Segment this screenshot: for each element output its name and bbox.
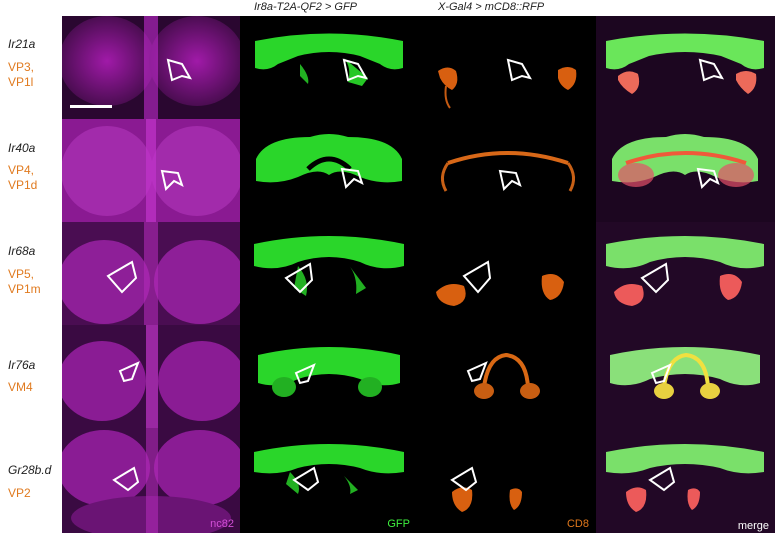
row-1-gene: Ir21a — [8, 37, 36, 51]
row-4-gene: Ir76a — [8, 358, 36, 372]
row-2-glomeruli: VP4, VP1d — [8, 163, 37, 193]
nc82-image — [62, 222, 240, 325]
gfp-image — [256, 134, 402, 189]
row-4-glom-1: VM4 — [8, 380, 33, 394]
label-nc82: nc82 — [210, 518, 234, 530]
header-rfp-column: X-Gal4 > mCD8::RFP — [438, 1, 545, 13]
panel-ir68a-nc82 — [62, 222, 240, 325]
row-5-glomeruli: VP2 — [8, 486, 31, 501]
label-gfp: GFP — [387, 518, 410, 530]
row-3-glom-1: VP5, — [8, 267, 35, 281]
cd8-image — [436, 260, 564, 306]
merge-image — [596, 325, 775, 428]
panel-ir40a-gfp — [240, 119, 418, 222]
merge-image — [596, 222, 775, 325]
row-4-glomeruli: VM4 — [8, 380, 33, 395]
nc82-image — [62, 325, 240, 428]
gfp-image — [255, 33, 403, 86]
cd8-image — [441, 151, 575, 192]
nc82-image — [62, 16, 240, 119]
panel-ir40a-merge — [596, 119, 775, 222]
merge-image — [596, 16, 775, 119]
panel-ir68a-gfp — [240, 222, 418, 325]
label-merge: merge — [738, 520, 769, 532]
row-3-gene: Ir68a — [8, 244, 36, 258]
row-1-glom-2: VP1l — [8, 75, 34, 89]
row-3-glomeruli: VP5, VP1m — [8, 267, 41, 297]
row-5-gene: Gr28b.d — [8, 463, 52, 477]
panel-ir21a-cd8 — [418, 16, 596, 119]
cd8-image — [466, 352, 540, 399]
row-2-glom-1: VP4, — [8, 163, 35, 177]
image-grid: merge — [62, 16, 775, 533]
panel-ir40a-nc82 — [62, 119, 240, 222]
nc82-image — [62, 119, 240, 222]
row-5-glom-1: VP2 — [8, 486, 31, 500]
scale-bar — [70, 105, 112, 108]
panel-ir76a-cd8 — [418, 325, 596, 428]
row-1-glom-1: VP3, — [8, 60, 35, 74]
row-1-glomeruli: VP3, VP1l — [8, 60, 34, 90]
row-2-glom-2: VP1d — [8, 178, 38, 192]
header-gfp-column: Ir8a-T2A-QF2 > GFP — [254, 1, 357, 13]
panel-ir40a-cd8 — [418, 119, 596, 222]
row-3-glom-2: VP1m — [8, 282, 41, 296]
panel-ir76a-merge — [596, 325, 775, 428]
merge-image — [596, 119, 775, 222]
panel-gr28bd-merge: merge — [596, 428, 775, 533]
panel-ir21a-nc82 — [62, 16, 240, 119]
merge-image: merge — [596, 428, 775, 533]
panel-ir68a-merge — [596, 222, 775, 325]
panel-ir76a-nc82 — [62, 325, 240, 428]
panel-ir76a-gfp — [240, 325, 418, 428]
panel-ir68a-cd8 — [418, 222, 596, 325]
gfp-image — [254, 236, 404, 296]
row-2-gene: Ir40a — [8, 141, 36, 155]
panel-ir21a-gfp — [240, 16, 418, 119]
gfp-image — [258, 347, 400, 397]
cd8-image — [438, 58, 577, 109]
panel-ir21a-merge — [596, 16, 775, 119]
label-cd8: CD8 — [566, 518, 589, 530]
